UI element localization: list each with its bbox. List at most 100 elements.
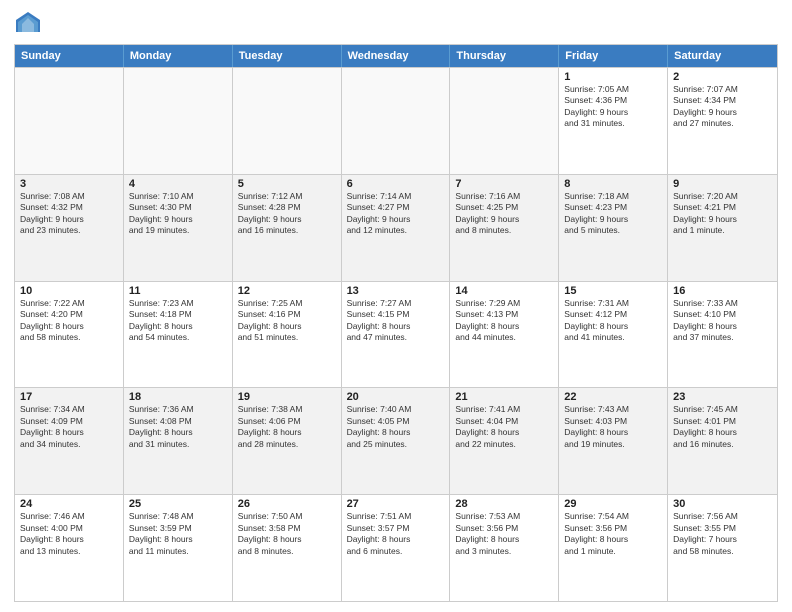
calendar-cell: 16Sunrise: 7:33 AM Sunset: 4:10 PM Dayli… [668,282,777,388]
day-info: Sunrise: 7:51 AM Sunset: 3:57 PM Dayligh… [347,511,445,557]
day-number: 15 [564,285,662,297]
day-number: 30 [673,498,772,510]
day-number: 2 [673,71,772,83]
day-number: 14 [455,285,553,297]
day-number: 18 [129,391,227,403]
day-info: Sunrise: 7:12 AM Sunset: 4:28 PM Dayligh… [238,191,336,237]
weekday-header-thursday: Thursday [450,45,559,67]
calendar-cell: 3Sunrise: 7:08 AM Sunset: 4:32 PM Daylig… [15,175,124,281]
day-info: Sunrise: 7:31 AM Sunset: 4:12 PM Dayligh… [564,298,662,344]
day-info: Sunrise: 7:23 AM Sunset: 4:18 PM Dayligh… [129,298,227,344]
day-info: Sunrise: 7:38 AM Sunset: 4:06 PM Dayligh… [238,404,336,450]
day-number: 28 [455,498,553,510]
calendar-row-4: 24Sunrise: 7:46 AM Sunset: 4:00 PM Dayli… [15,494,777,601]
day-info: Sunrise: 7:08 AM Sunset: 4:32 PM Dayligh… [20,191,118,237]
day-info: Sunrise: 7:40 AM Sunset: 4:05 PM Dayligh… [347,404,445,450]
day-info: Sunrise: 7:22 AM Sunset: 4:20 PM Dayligh… [20,298,118,344]
logo [14,10,46,38]
day-number: 7 [455,178,553,190]
day-info: Sunrise: 7:45 AM Sunset: 4:01 PM Dayligh… [673,404,772,450]
calendar-cell [450,68,559,174]
calendar-cell: 4Sunrise: 7:10 AM Sunset: 4:30 PM Daylig… [124,175,233,281]
day-info: Sunrise: 7:33 AM Sunset: 4:10 PM Dayligh… [673,298,772,344]
calendar-cell: 13Sunrise: 7:27 AM Sunset: 4:15 PM Dayli… [342,282,451,388]
day-info: Sunrise: 7:43 AM Sunset: 4:03 PM Dayligh… [564,404,662,450]
calendar-cell: 17Sunrise: 7:34 AM Sunset: 4:09 PM Dayli… [15,388,124,494]
calendar-cell: 14Sunrise: 7:29 AM Sunset: 4:13 PM Dayli… [450,282,559,388]
calendar-cell [233,68,342,174]
calendar-header: SundayMondayTuesdayWednesdayThursdayFrid… [15,45,777,67]
day-info: Sunrise: 7:05 AM Sunset: 4:36 PM Dayligh… [564,84,662,130]
calendar-row-1: 3Sunrise: 7:08 AM Sunset: 4:32 PM Daylig… [15,174,777,281]
day-number: 25 [129,498,227,510]
day-number: 5 [238,178,336,190]
calendar-row-3: 17Sunrise: 7:34 AM Sunset: 4:09 PM Dayli… [15,387,777,494]
day-number: 9 [673,178,772,190]
calendar-cell: 2Sunrise: 7:07 AM Sunset: 4:34 PM Daylig… [668,68,777,174]
calendar-cell: 18Sunrise: 7:36 AM Sunset: 4:08 PM Dayli… [124,388,233,494]
calendar-cell [124,68,233,174]
calendar-cell [342,68,451,174]
day-number: 11 [129,285,227,297]
weekday-header-friday: Friday [559,45,668,67]
calendar-cell: 7Sunrise: 7:16 AM Sunset: 4:25 PM Daylig… [450,175,559,281]
day-number: 12 [238,285,336,297]
day-number: 3 [20,178,118,190]
calendar-cell: 10Sunrise: 7:22 AM Sunset: 4:20 PM Dayli… [15,282,124,388]
calendar-cell [15,68,124,174]
day-info: Sunrise: 7:14 AM Sunset: 4:27 PM Dayligh… [347,191,445,237]
day-number: 22 [564,391,662,403]
weekday-header-saturday: Saturday [668,45,777,67]
day-info: Sunrise: 7:18 AM Sunset: 4:23 PM Dayligh… [564,191,662,237]
day-info: Sunrise: 7:34 AM Sunset: 4:09 PM Dayligh… [20,404,118,450]
calendar-cell: 11Sunrise: 7:23 AM Sunset: 4:18 PM Dayli… [124,282,233,388]
day-info: Sunrise: 7:41 AM Sunset: 4:04 PM Dayligh… [455,404,553,450]
calendar-cell: 1Sunrise: 7:05 AM Sunset: 4:36 PM Daylig… [559,68,668,174]
day-number: 23 [673,391,772,403]
calendar-cell: 26Sunrise: 7:50 AM Sunset: 3:58 PM Dayli… [233,495,342,601]
day-info: Sunrise: 7:07 AM Sunset: 4:34 PM Dayligh… [673,84,772,130]
page-header [14,10,778,38]
calendar-cell: 27Sunrise: 7:51 AM Sunset: 3:57 PM Dayli… [342,495,451,601]
day-number: 1 [564,71,662,83]
weekday-header-tuesday: Tuesday [233,45,342,67]
day-info: Sunrise: 7:27 AM Sunset: 4:15 PM Dayligh… [347,298,445,344]
day-info: Sunrise: 7:20 AM Sunset: 4:21 PM Dayligh… [673,191,772,237]
day-info: Sunrise: 7:53 AM Sunset: 3:56 PM Dayligh… [455,511,553,557]
calendar: SundayMondayTuesdayWednesdayThursdayFrid… [14,44,778,602]
calendar-cell: 29Sunrise: 7:54 AM Sunset: 3:56 PM Dayli… [559,495,668,601]
weekday-header-monday: Monday [124,45,233,67]
day-info: Sunrise: 7:29 AM Sunset: 4:13 PM Dayligh… [455,298,553,344]
day-number: 29 [564,498,662,510]
calendar-cell: 28Sunrise: 7:53 AM Sunset: 3:56 PM Dayli… [450,495,559,601]
day-number: 26 [238,498,336,510]
day-info: Sunrise: 7:36 AM Sunset: 4:08 PM Dayligh… [129,404,227,450]
calendar-cell: 21Sunrise: 7:41 AM Sunset: 4:04 PM Dayli… [450,388,559,494]
day-info: Sunrise: 7:46 AM Sunset: 4:00 PM Dayligh… [20,511,118,557]
day-number: 16 [673,285,772,297]
day-number: 13 [347,285,445,297]
calendar-cell: 25Sunrise: 7:48 AM Sunset: 3:59 PM Dayli… [124,495,233,601]
day-number: 19 [238,391,336,403]
calendar-cell: 8Sunrise: 7:18 AM Sunset: 4:23 PM Daylig… [559,175,668,281]
day-number: 8 [564,178,662,190]
day-info: Sunrise: 7:25 AM Sunset: 4:16 PM Dayligh… [238,298,336,344]
day-number: 24 [20,498,118,510]
logo-icon [14,10,42,38]
day-info: Sunrise: 7:10 AM Sunset: 4:30 PM Dayligh… [129,191,227,237]
calendar-cell: 24Sunrise: 7:46 AM Sunset: 4:00 PM Dayli… [15,495,124,601]
calendar-cell: 30Sunrise: 7:56 AM Sunset: 3:55 PM Dayli… [668,495,777,601]
calendar-cell: 23Sunrise: 7:45 AM Sunset: 4:01 PM Dayli… [668,388,777,494]
day-info: Sunrise: 7:16 AM Sunset: 4:25 PM Dayligh… [455,191,553,237]
calendar-row-0: 1Sunrise: 7:05 AM Sunset: 4:36 PM Daylig… [15,67,777,174]
day-number: 4 [129,178,227,190]
day-number: 10 [20,285,118,297]
calendar-body: 1Sunrise: 7:05 AM Sunset: 4:36 PM Daylig… [15,67,777,601]
weekday-header-sunday: Sunday [15,45,124,67]
day-info: Sunrise: 7:48 AM Sunset: 3:59 PM Dayligh… [129,511,227,557]
day-info: Sunrise: 7:54 AM Sunset: 3:56 PM Dayligh… [564,511,662,557]
calendar-cell: 15Sunrise: 7:31 AM Sunset: 4:12 PM Dayli… [559,282,668,388]
weekday-header-wednesday: Wednesday [342,45,451,67]
day-number: 21 [455,391,553,403]
calendar-cell: 22Sunrise: 7:43 AM Sunset: 4:03 PM Dayli… [559,388,668,494]
